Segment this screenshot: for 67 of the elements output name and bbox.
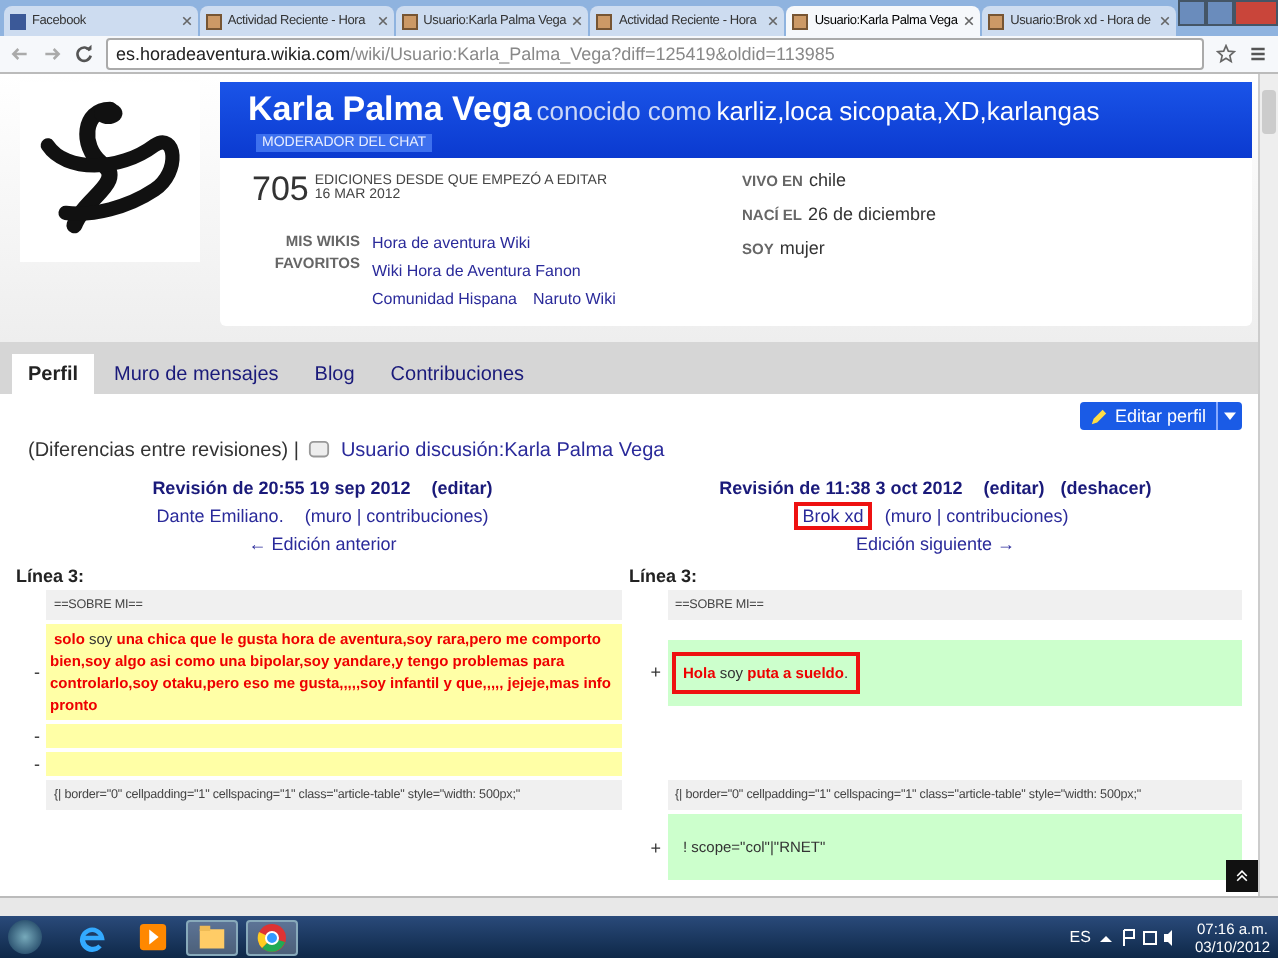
edit-profile-button[interactable]: Editar perfil bbox=[1080, 402, 1216, 430]
fact-value: 26 de diciembre bbox=[808, 204, 937, 224]
nicknames: karliz,loca sicopata,XD,karlangas bbox=[716, 96, 1100, 126]
facebook-icon bbox=[10, 13, 26, 29]
taskbar-app[interactable] bbox=[246, 919, 298, 955]
close-icon[interactable] bbox=[572, 16, 583, 26]
close-icon[interactable] bbox=[181, 16, 192, 26]
media-player-icon bbox=[137, 922, 167, 952]
profile-tab[interactable]: Perfil bbox=[12, 354, 95, 394]
site-icon bbox=[792, 13, 809, 29]
fact-value: chile bbox=[808, 170, 846, 190]
language-indicator[interactable]: ES bbox=[1069, 928, 1091, 946]
diff-title: (Diferencias entre revisiones) | bbox=[28, 440, 299, 462]
edit-count: 705 bbox=[252, 170, 309, 210]
user-link[interactable]: Brok xd bbox=[794, 502, 872, 530]
dropdown-button[interactable] bbox=[1216, 402, 1242, 430]
revision-action-link[interactable]: (editar) bbox=[423, 474, 501, 502]
address-bar[interactable]: es.horadeaventura.wikia.com/wiki/Usuario:Karla_Palma_Vega?diff=125419&oldid=113985 bbox=[106, 38, 1204, 70]
wiki-link[interactable]: Hora de aventura Wiki bbox=[372, 230, 531, 258]
start-button[interactable] bbox=[8, 920, 42, 954]
vertical-scrollbar[interactable] bbox=[1258, 74, 1278, 896]
scroll-top-button[interactable] bbox=[1226, 860, 1258, 892]
chrome-icon bbox=[256, 921, 288, 953]
user-links[interactable]: (muro | contribuciones) bbox=[296, 502, 497, 530]
user-link[interactable]: Dante Emiliano. bbox=[148, 502, 292, 530]
talk-page-link[interactable]: Usuario discusión:Karla Palma Vega bbox=[340, 440, 665, 462]
diff-marker: + bbox=[650, 662, 661, 682]
user-name: Karla Palma Vega bbox=[248, 90, 532, 128]
diff-marker: - bbox=[34, 754, 40, 774]
site-icon bbox=[988, 13, 1005, 29]
fact-value: mujer bbox=[779, 238, 825, 258]
aka-label: conocido como bbox=[536, 96, 712, 126]
revision-action-link[interactable]: (deshacer) bbox=[1052, 474, 1160, 502]
close-icon[interactable] bbox=[1159, 16, 1170, 26]
folder-icon bbox=[196, 923, 228, 951]
profile-tab[interactable]: Contribuciones bbox=[374, 354, 541, 394]
reload-icon[interactable] bbox=[74, 44, 94, 64]
line-label: Línea 3: bbox=[629, 566, 700, 586]
site-icon bbox=[596, 13, 613, 29]
speech-bubble-icon bbox=[308, 440, 331, 462]
wiki-link[interactable]: Naruto Wiki bbox=[533, 286, 616, 314]
revision-action-link[interactable]: (editar) bbox=[975, 474, 1053, 502]
site-icon bbox=[205, 13, 222, 29]
taskbar-app[interactable] bbox=[186, 919, 238, 955]
profile-tab[interactable]: Muro de mensajes bbox=[98, 354, 295, 394]
caret-icon bbox=[1224, 411, 1236, 421]
line-label: Línea 3: bbox=[16, 566, 87, 586]
site-icon bbox=[401, 13, 418, 29]
diff-marker: + bbox=[650, 837, 661, 857]
wiki-link[interactable]: Comunidad Hispana bbox=[372, 286, 517, 314]
edition-nav-link[interactable]: ← Edición anterior bbox=[240, 530, 405, 558]
pencil-icon bbox=[1090, 407, 1109, 425]
revision-title[interactable]: Revisión de 20:55 19 sep 2012 bbox=[144, 474, 419, 502]
double-chevron-icon bbox=[1234, 868, 1250, 884]
close-icon[interactable] bbox=[768, 16, 779, 26]
profile-tab[interactable]: Blog bbox=[298, 354, 371, 394]
diff-marker: - bbox=[34, 662, 40, 682]
menu-icon[interactable] bbox=[1248, 44, 1268, 64]
horizontal-scrollbar[interactable] bbox=[0, 896, 1278, 916]
edition-nav-link[interactable]: Edición siguiente → bbox=[847, 530, 1024, 558]
user-links[interactable]: (muro | contribuciones) bbox=[876, 502, 1077, 530]
close-icon[interactable] bbox=[964, 16, 975, 26]
close-icon[interactable] bbox=[377, 16, 388, 26]
star-icon[interactable] bbox=[1216, 44, 1236, 64]
diff-marker: - bbox=[34, 726, 40, 746]
wiki-link[interactable]: Wiki Hora de Aventura Fanon bbox=[372, 258, 581, 286]
revision-title[interactable]: Revisión de 11:38 3 oct 2012 bbox=[711, 474, 971, 502]
